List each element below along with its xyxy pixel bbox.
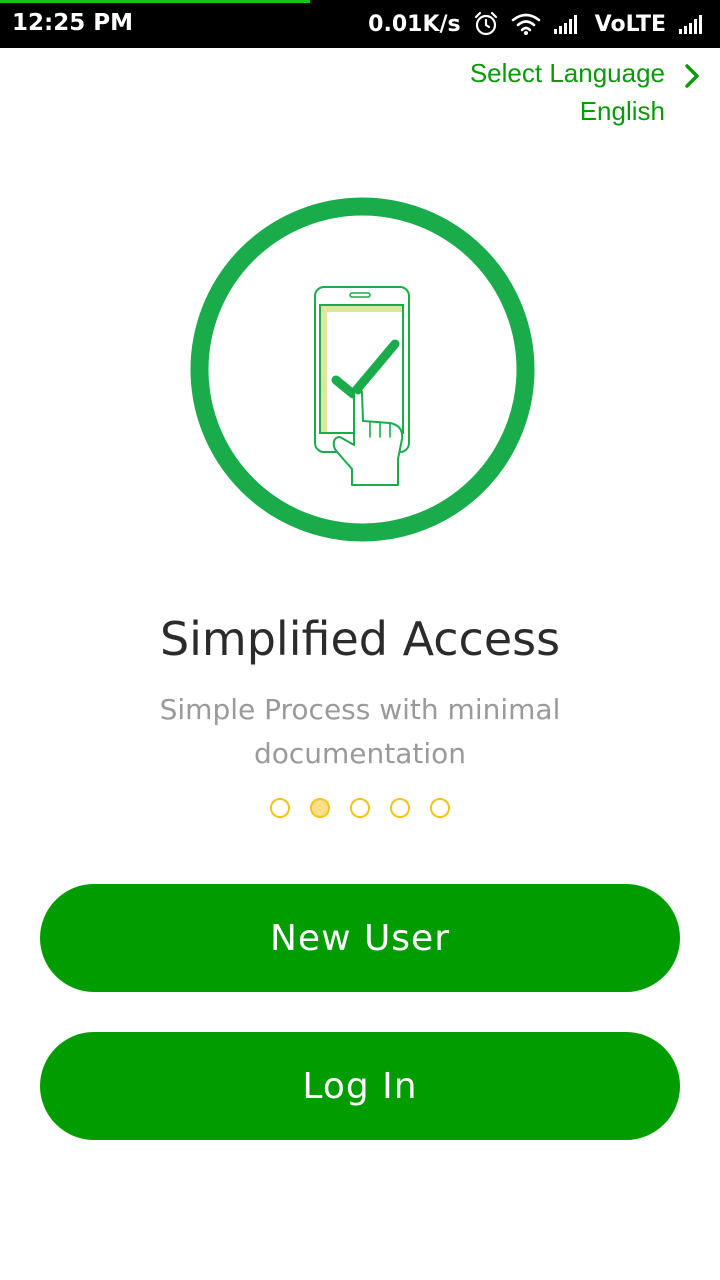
- onboarding-title: Simplified Access: [159, 612, 561, 666]
- page-dot[interactable]: [310, 798, 330, 818]
- status-icons: 0.01K/s VoLTE: [368, 8, 708, 40]
- login-button[interactable]: Log In: [40, 1032, 680, 1140]
- status-time: 12:25 PM: [12, 10, 133, 36]
- loading-progress-bar: [0, 0, 310, 3]
- onboarding-subtitle: Simple Process with minimal documentatio…: [159, 693, 561, 770]
- wifi-icon: [511, 12, 541, 36]
- chevron-right-icon: [682, 62, 702, 95]
- page-indicator: [270, 798, 450, 818]
- page-dot[interactable]: [390, 798, 410, 818]
- new-user-button[interactable]: New User: [40, 884, 680, 992]
- page-dot[interactable]: [430, 798, 450, 818]
- language-selector[interactable]: Select Language English: [432, 56, 702, 132]
- signal-icon: [553, 13, 583, 35]
- page-dot[interactable]: [270, 798, 290, 818]
- signal-icon: [678, 13, 708, 35]
- language-value: English: [579, 96, 665, 126]
- network-type: VoLTE: [594, 11, 666, 37]
- alarm-icon: [473, 11, 499, 37]
- status-bar: 12:25 PM 0.01K/s VoLTE: [0, 0, 720, 48]
- onboarding-illustration: [190, 197, 535, 542]
- network-speed: 0.01K/s: [368, 11, 461, 37]
- language-label: Select Language: [469, 58, 665, 88]
- phone-tap-check-icon: [190, 197, 535, 542]
- page-dot[interactable]: [350, 798, 370, 818]
